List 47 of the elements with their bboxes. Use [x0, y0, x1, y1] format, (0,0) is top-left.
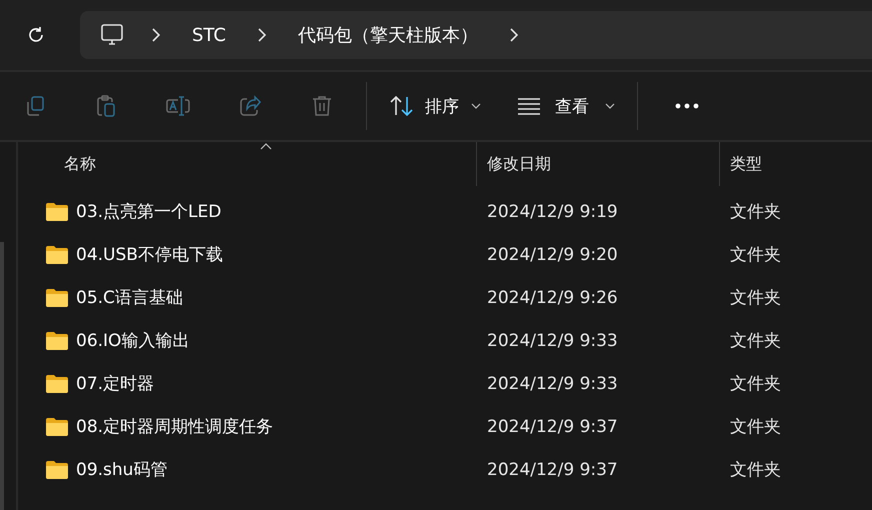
caret-icon [471, 103, 481, 109]
breadcrumb-item[interactable]: STC [166, 24, 252, 46]
breadcrumb-item[interactable]: 代码包（擎天柱版本） [272, 23, 504, 47]
file-name[interactable]: 03.点亮第一个LED [76, 200, 222, 223]
type-cell-text: 文件夹 [729, 459, 782, 481]
list-view-icon [517, 96, 541, 116]
chevron-icon [258, 28, 266, 42]
chevron-icon [152, 28, 160, 42]
type-cell-text: 文件夹 [729, 287, 782, 309]
date-cell-text: 2024/12/9 9:33 [486, 330, 619, 350]
folder-icon [46, 288, 68, 306]
address-bar[interactable]: STC 代码包（擎天柱版本） [80, 11, 872, 59]
folder-icon [46, 246, 68, 264]
date-cell-text: 2024/12/9 9:19 [486, 202, 619, 222]
folder-icon [46, 332, 68, 350]
type-cell-text: 文件夹 [729, 201, 782, 223]
file-name[interactable]: 08.定时器周期性调度任务 [76, 415, 274, 438]
type-cell-text: 文件夹 [729, 244, 782, 266]
file-name[interactable]: 09.shu码管 [76, 458, 168, 481]
date-cell-text: 2024/12/9 9:20 [486, 244, 619, 264]
type-cell-text: 文件夹 [729, 373, 782, 395]
file-name[interactable]: 04.USB不停电下载 [76, 243, 223, 266]
refresh-icon[interactable] [26, 25, 46, 45]
column-header[interactable]: 修改日期 [476, 142, 719, 186]
date-cell-text: 2024/12/9 9:26 [486, 288, 619, 308]
folder-icon [46, 418, 68, 436]
folder-icon [46, 202, 68, 220]
caret-icon [605, 103, 615, 109]
date-cell-text: 2024/12/9 9:37 [486, 416, 619, 436]
scrollbar[interactable] [0, 242, 4, 510]
folder-icon [46, 460, 68, 478]
column-header[interactable]: 名称 [18, 142, 476, 186]
monitor-icon [100, 24, 124, 46]
type-cell-text: 文件夹 [729, 416, 782, 438]
view-button[interactable]: 查看 [503, 86, 629, 126]
sort-ascending-icon [260, 143, 272, 150]
sort-icon [389, 94, 415, 118]
date-cell-text: 2024/12/9 9:33 [486, 374, 619, 394]
chevron-icon [510, 28, 518, 42]
type-cell-text: 文件夹 [729, 330, 782, 352]
file-name[interactable]: 07.定时器 [76, 372, 154, 395]
folder-icon [46, 374, 68, 392]
file-name[interactable]: 06.IO输入输出 [76, 329, 190, 352]
date-cell-text: 2024/12/9 9:37 [486, 460, 619, 480]
column-header[interactable]: 类型 [719, 142, 872, 186]
file-name[interactable]: 05.C语言基础 [76, 286, 183, 309]
sort-button[interactable]: 排序 [375, 86, 495, 126]
